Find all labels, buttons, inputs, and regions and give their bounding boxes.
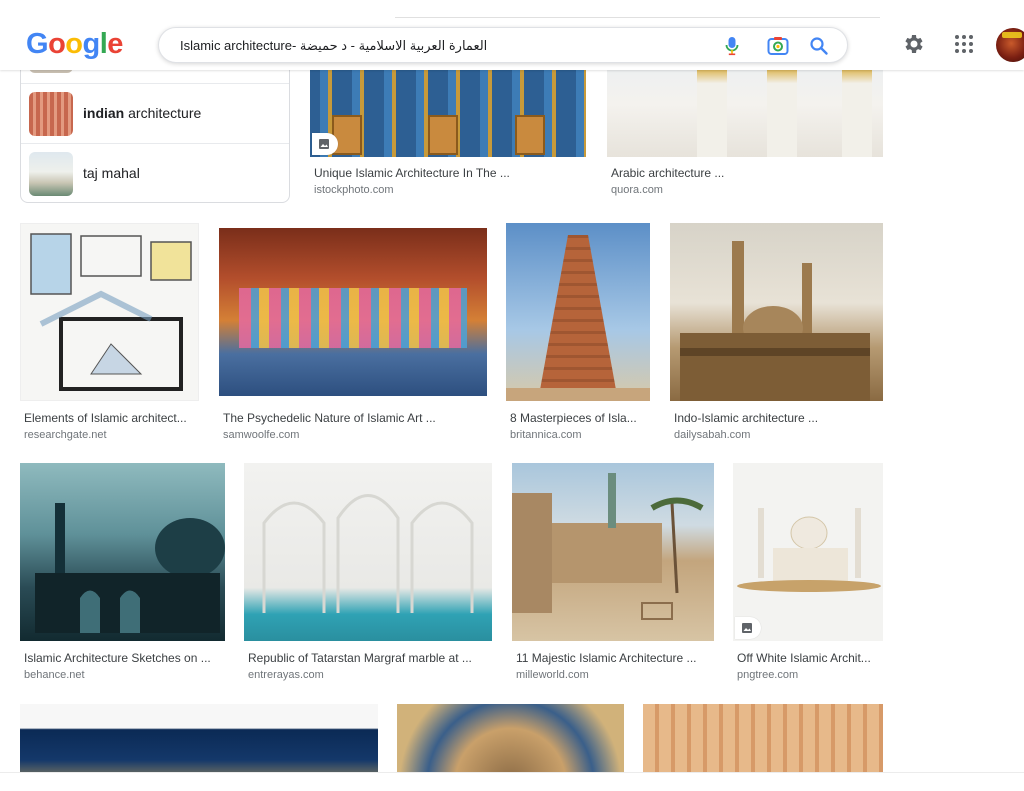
search-icon[interactable] bbox=[809, 36, 829, 56]
image-badge bbox=[735, 617, 761, 639]
diagram-drawing bbox=[30, 233, 192, 391]
image-result[interactable]: Islamic Architecture Sketches on ... beh… bbox=[20, 463, 225, 688]
result-title[interactable]: The Psychedelic Nature of Islamic Art ..… bbox=[223, 411, 487, 425]
related-thumb bbox=[29, 92, 73, 136]
related-item-label: indian architecture bbox=[83, 105, 202, 121]
avatar[interactable] bbox=[996, 28, 1024, 62]
search-input[interactable]: Islamic architecture- العمارة العربية ال… bbox=[180, 38, 487, 54]
result-source[interactable]: samwoolfe.com bbox=[223, 429, 299, 441]
result-source[interactable]: istockphoto.com bbox=[314, 184, 393, 196]
image-icon bbox=[319, 139, 329, 149]
column-shape bbox=[767, 65, 797, 157]
result-source[interactable]: entrerayas.com bbox=[248, 669, 324, 681]
logo-letter: G bbox=[26, 28, 49, 60]
image-result[interactable]: 11 Majestic Islamic Architecture ... mil… bbox=[512, 463, 714, 688]
image-result[interactable]: Elements of Islamic architect... researc… bbox=[20, 223, 199, 448]
result-source[interactable]: britannica.com bbox=[510, 429, 582, 441]
image-result[interactable]: The Psychedelic Nature of Islamic Art ..… bbox=[219, 228, 487, 448]
logo-letter: e bbox=[107, 28, 123, 60]
courtyard-drawing bbox=[512, 473, 704, 620]
result-title[interactable]: Islamic Architecture Sketches on ... bbox=[24, 651, 219, 665]
result-title[interactable]: 11 Majestic Islamic Architecture ... bbox=[516, 651, 708, 665]
result-title[interactable]: Arabic architecture ... bbox=[611, 166, 879, 180]
result-source[interactable]: milleworld.com bbox=[516, 669, 589, 681]
column-shape bbox=[842, 65, 872, 157]
marble-hall-drawing bbox=[262, 494, 474, 613]
result-title[interactable]: Republic of Tatarstan Margraf marble at … bbox=[248, 651, 488, 665]
result-title[interactable]: Indo-Islamic architecture ... bbox=[674, 411, 879, 425]
image-icon bbox=[742, 623, 752, 633]
stained-glass-band bbox=[239, 288, 467, 348]
result-title[interactable]: Elements of Islamic architect... bbox=[24, 411, 199, 425]
image-badge bbox=[312, 133, 338, 155]
result-image[interactable] bbox=[20, 223, 199, 401]
related-item-label: taj mahal bbox=[83, 165, 140, 181]
bottom-edge bbox=[0, 772, 1024, 791]
image-result[interactable]: Off White Islamic Archit... pngtree.com bbox=[733, 463, 883, 688]
mosque-drawing bbox=[737, 508, 881, 592]
search-box[interactable]: Islamic architecture- العمارة العربية ال… bbox=[158, 27, 848, 63]
result-source[interactable]: pngtree.com bbox=[737, 669, 798, 681]
top-divider bbox=[395, 17, 880, 18]
result-source[interactable]: quora.com bbox=[611, 184, 663, 196]
palace-drawing bbox=[680, 241, 870, 401]
mic-icon[interactable] bbox=[725, 36, 739, 56]
minaret-drawing bbox=[506, 235, 650, 401]
logo-letter: o bbox=[65, 28, 83, 60]
result-title[interactable]: Unique Islamic Architecture In The ... bbox=[314, 166, 582, 180]
logo-letter: o bbox=[48, 28, 66, 60]
result-title[interactable]: 8 Masterpieces of Isla... bbox=[510, 411, 644, 425]
gear-icon[interactable] bbox=[902, 32, 926, 56]
column-shape bbox=[697, 65, 727, 157]
related-item-taj-mahal[interactable]: taj mahal bbox=[21, 143, 289, 203]
apps-grid-icon[interactable] bbox=[953, 33, 975, 55]
camera-lens-icon[interactable] bbox=[767, 36, 789, 56]
image-result[interactable]: Republic of Tatarstan Margraf marble at … bbox=[244, 463, 492, 688]
result-source[interactable]: behance.net bbox=[24, 669, 85, 681]
door-shape bbox=[428, 115, 458, 155]
result-source[interactable]: dailysabah.com bbox=[674, 429, 750, 441]
door-shape bbox=[515, 115, 545, 155]
image-result[interactable]: 8 Masterpieces of Isla... britannica.com bbox=[506, 223, 650, 448]
logo-letter: g bbox=[82, 28, 101, 60]
result-source[interactable]: researchgate.net bbox=[24, 429, 107, 441]
related-item-indian-architecture[interactable]: indian architecture bbox=[21, 83, 289, 143]
top-bar: Google Islamic architecture- العمارة الع… bbox=[0, 0, 1024, 70]
google-logo[interactable]: Google bbox=[26, 28, 123, 61]
google-images-results-page: Google Islamic architecture- العمارة الع… bbox=[0, 0, 1024, 791]
result-title[interactable]: Off White Islamic Archit... bbox=[737, 651, 879, 665]
sketch-drawing bbox=[35, 503, 225, 633]
image-result[interactable]: Indo-Islamic architecture ... dailysabah… bbox=[670, 223, 883, 448]
related-thumb bbox=[29, 152, 73, 196]
logo-letter: l bbox=[99, 28, 108, 60]
